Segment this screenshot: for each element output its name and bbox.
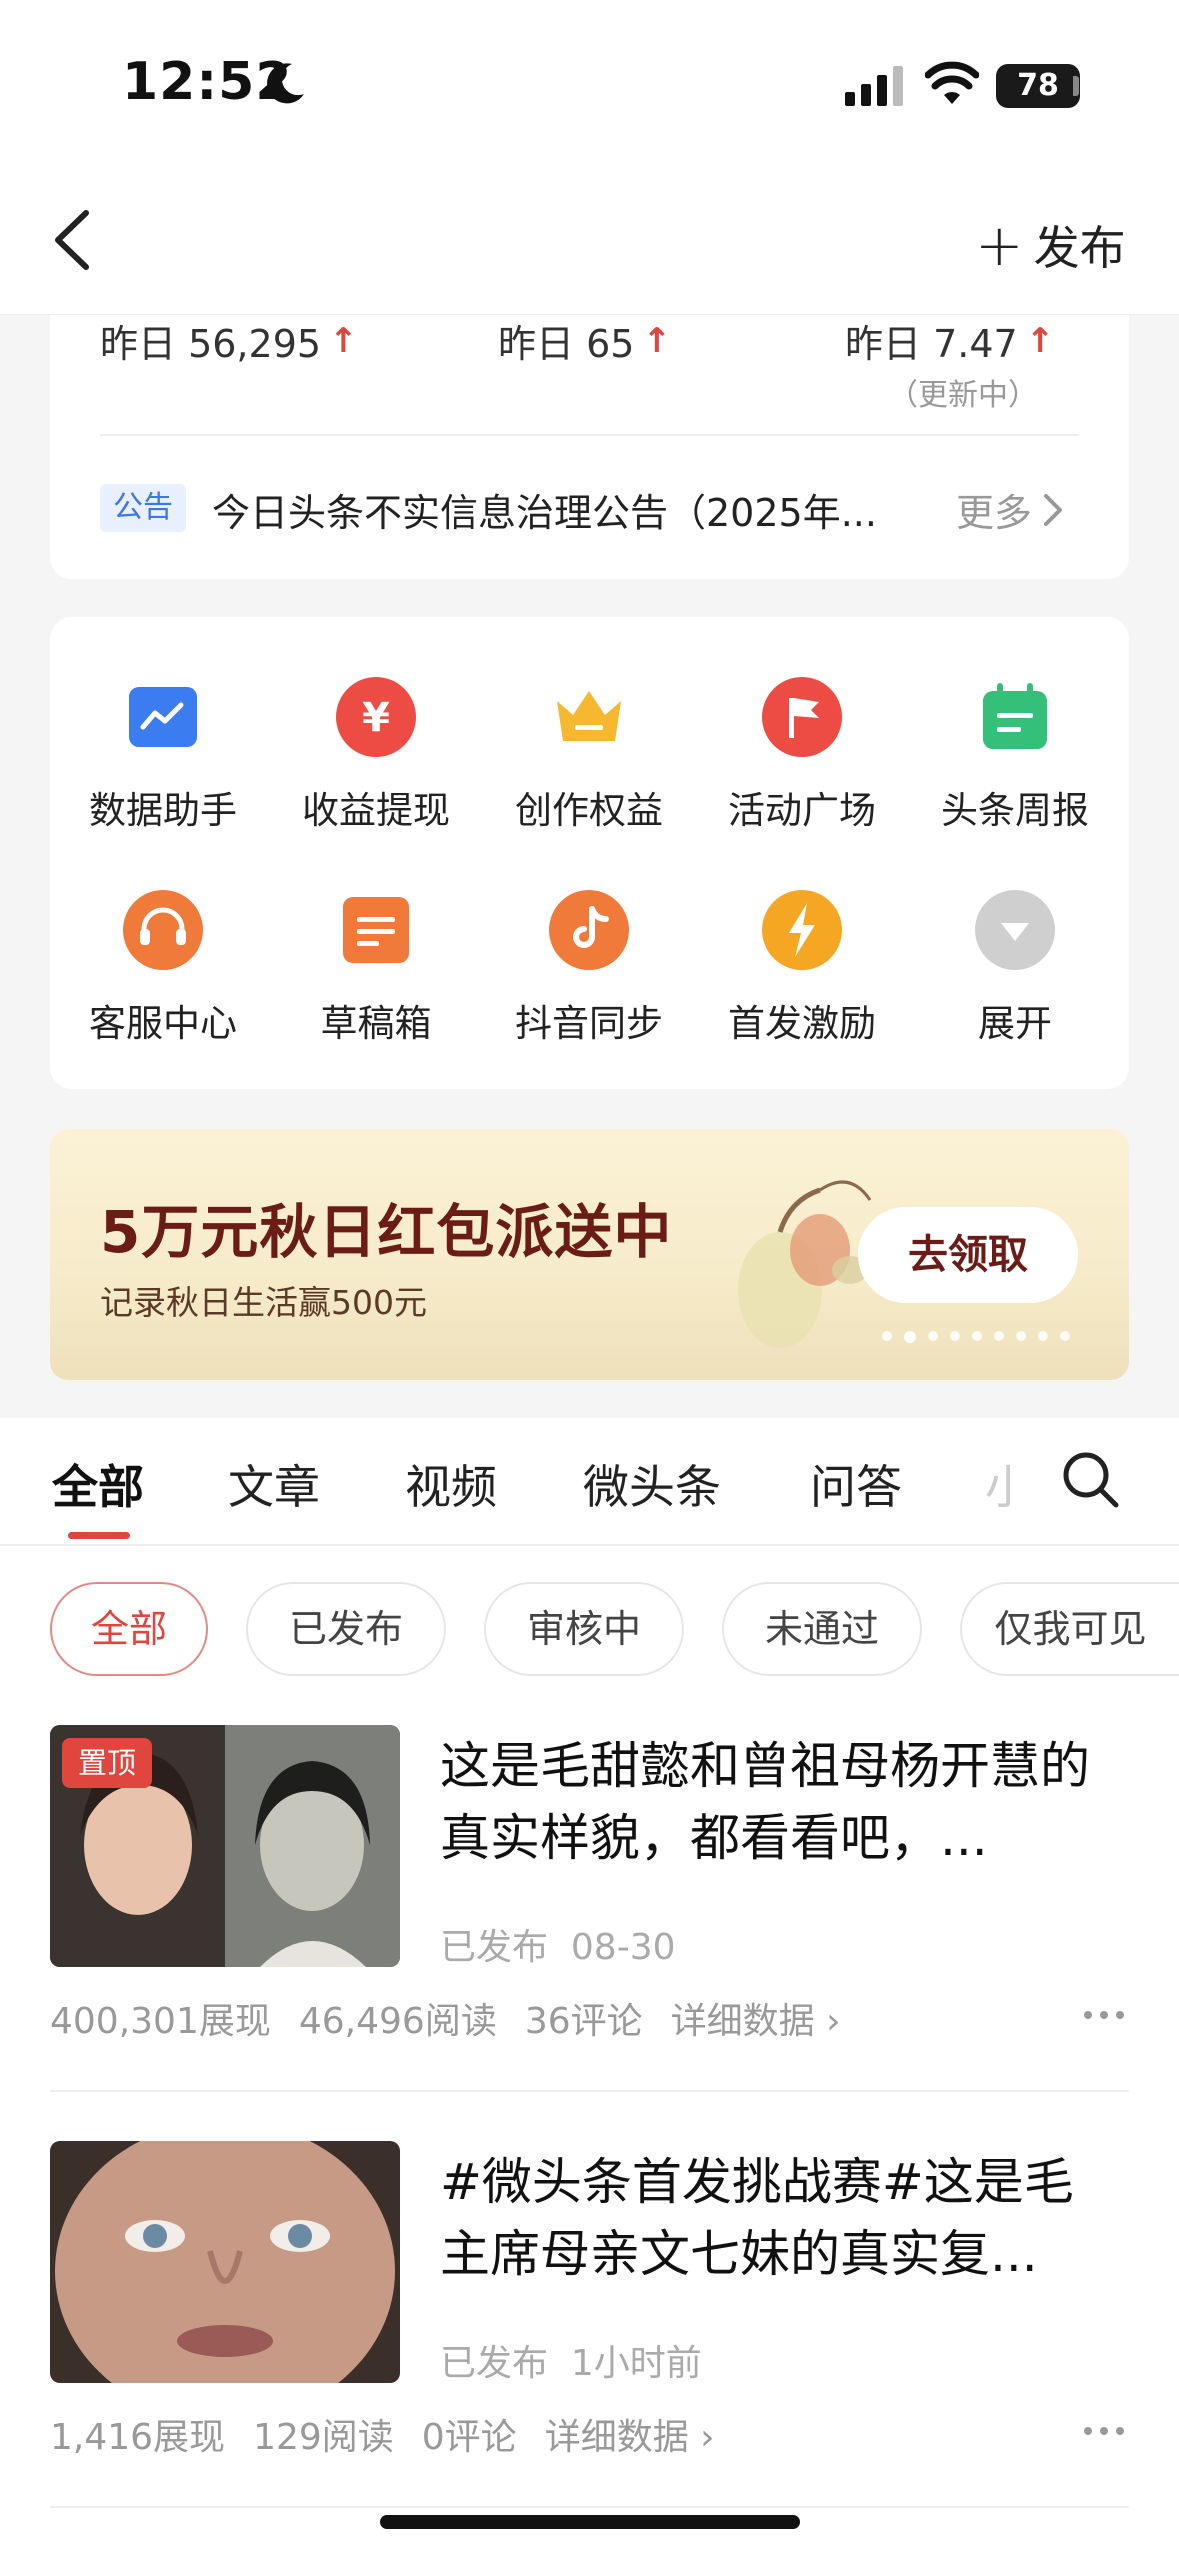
publish-button[interactable]: + 发布 [975,212,1126,278]
tab-all[interactable]: 全部 [52,1451,144,1517]
claim-button[interactable]: 去领取 [858,1207,1078,1303]
chevron-right-icon [1044,493,1063,526]
divider [50,2506,1129,2508]
tool-creator-rights[interactable]: 创作权益 [489,676,689,834]
tool-withdraw[interactable]: ¥ 收益提现 [276,676,476,834]
banner-subtitle: 记录秋日生活赢500元 [100,1283,427,1322]
stat-income-status: （更新中） [888,378,1038,413]
tab-videos[interactable]: 视频 [405,1451,497,1517]
more-options-icon[interactable] [1084,2427,1124,2437]
carousel-dot [972,1331,982,1341]
stat-views[interactable]: 昨日 56,295 ↑ [100,313,358,368]
article-thumbnail[interactable] [50,2141,400,2383]
article-stats: 400,301展现 46,496阅读 36评论 详细数据 › [50,1992,841,2044]
autumn-fruit-illustration [738,1180,872,1348]
article-meta: 已发布 08-30 [440,1927,676,1968]
plus-icon: + [975,211,1024,279]
article-title[interactable]: 这是毛甜懿和曾祖母杨开慧的真实样貌，都看看吧，... [440,1730,1100,1874]
calendar-icon [974,676,1056,758]
crown-icon [548,676,630,758]
tool-expand[interactable]: 展开 [915,889,1115,1047]
headset-icon [122,889,204,971]
divider [50,2090,1129,2092]
carousel-dot [950,1331,960,1341]
tool-weekly-report[interactable]: 头条周报 [915,676,1115,834]
arrow-up-icon: ↑ [1025,320,1055,361]
carousel-dot [994,1331,1004,1341]
tab-articles[interactable]: 文章 [228,1451,320,1517]
draft-icon [335,889,417,971]
battery-tip [1073,76,1079,96]
detail-data-link[interactable]: 详细数据 › [545,2408,715,2460]
wifi-icon [925,61,979,104]
filter-private[interactable]: 仅我可见 [960,1582,1179,1676]
back-button[interactable] [48,205,98,275]
more-options-icon[interactable] [1084,2011,1124,2021]
stat-fans[interactable]: 昨日 65 ↑ [498,313,671,368]
divider [0,1544,1179,1546]
notice-more-link[interactable]: 更多 [956,482,1064,537]
tab-qa[interactable]: 问答 [810,1451,902,1517]
search-icon[interactable] [1060,1449,1122,1511]
article-stats: 1,416展现 129阅读 0评论 详细数据 › [50,2408,715,2460]
carousel-dots [882,1331,1070,1343]
tool-data-assistant[interactable]: 数据助手 [63,676,263,834]
filter-rejected[interactable]: 未通过 [722,1582,922,1676]
filter-all[interactable]: 全部 [50,1582,208,1676]
filter-reviewing[interactable]: 审核中 [484,1582,684,1676]
tab-active-indicator [68,1532,130,1539]
carousel-dot [928,1331,938,1341]
tab-more-truncated[interactable]: 小 [985,1451,1013,1517]
publish-label: 发布 [1033,221,1126,275]
arrow-up-icon: ↑ [642,320,671,361]
tool-douyin-sync[interactable]: 抖音同步 [489,889,689,1047]
expand-icon [974,889,1056,971]
battery-indicator: 78 [996,64,1080,108]
carousel-dot [882,1331,892,1341]
douyin-icon [548,889,630,971]
tool-first-release-incentive[interactable]: 首发激励 [702,889,902,1047]
flag-icon [761,676,843,758]
notice-tag: 公告 [100,484,186,532]
cellular-signal-icon [845,66,903,106]
carousel-dot [1016,1331,1026,1341]
tool-customer-service[interactable]: 客服中心 [63,889,263,1047]
tool-activity-square[interactable]: 活动广场 [702,676,902,834]
article-meta: 已发布 1小时前 [440,2343,702,2384]
divider [100,434,1079,436]
notice-text[interactable]: 今日头条不实信息治理公告（2025年... [212,482,932,537]
tab-micro-posts[interactable]: 微头条 [583,1451,721,1517]
arrow-up-icon: ↑ [329,320,358,361]
pinned-badge: 置顶 [62,1738,152,1788]
banner-title: 5万元秋日红包派送中 [100,1198,673,1266]
chart-icon [122,676,204,758]
tool-drafts[interactable]: 草稿箱 [276,889,476,1047]
lightning-icon [761,889,843,971]
detail-data-link[interactable]: 详细数据 › [671,1992,841,2044]
carousel-dot [1060,1331,1070,1341]
carousel-dot [1038,1331,1048,1341]
carousel-dot-active [904,1331,916,1343]
yuan-icon: ¥ [335,676,417,758]
filter-published[interactable]: 已发布 [246,1582,446,1676]
svg-text:¥: ¥ [362,695,390,741]
moon-icon [267,63,304,104]
home-indicator [380,2515,800,2529]
article-title[interactable]: #微头条首发挑战赛#这是毛主席母亲文七妹的真实复... [440,2146,1100,2290]
stat-income[interactable]: 昨日 7.47 ↑ [845,313,1054,368]
